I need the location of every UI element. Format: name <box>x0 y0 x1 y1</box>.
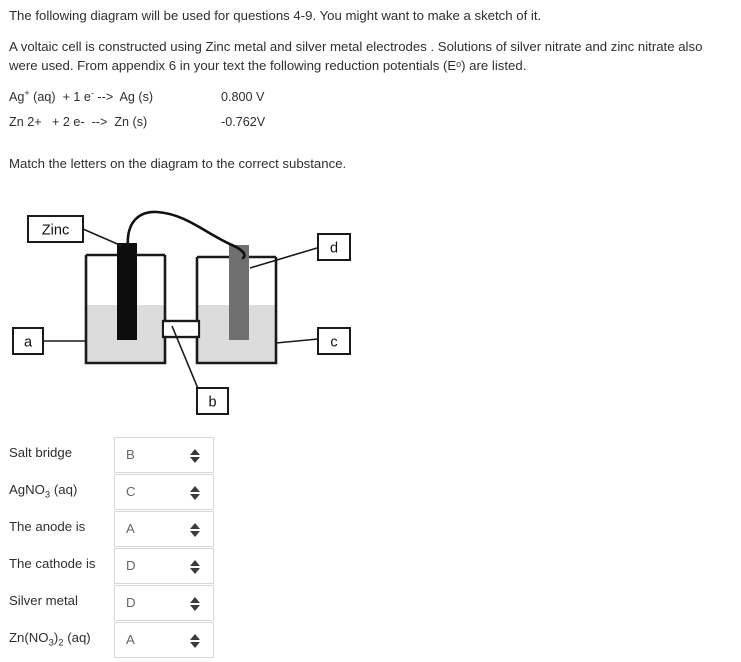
potential-zn: -0.762V <box>221 115 266 129</box>
match-label-anode: The anode is <box>9 519 86 534</box>
select-silver-metal-value: D <box>126 595 136 610</box>
potential-ag: 0.800 V <box>221 90 265 104</box>
zn-no3-count-subscript: 2 <box>58 637 64 649</box>
callout-d-label: d <box>330 241 338 257</box>
select-agno3[interactable]: C <box>114 474 214 510</box>
callout-a-label: a <box>24 335 33 351</box>
equation-zn: Zn 2+ + 2 e- --> Zn (s) <box>9 115 148 129</box>
chevron-updown-icon[interactable] <box>190 475 200 511</box>
equation-row: Zn 2+ + 2 e- --> Zn (s) -0.762V <box>9 110 341 135</box>
match-instruction: Match the letters on the diagram to the … <box>9 156 347 171</box>
chevron-updown-icon[interactable] <box>190 512 200 548</box>
select-salt-bridge-value: B <box>126 447 135 462</box>
select-zn-no3-2-value: A <box>126 632 135 647</box>
callout-b-label: b <box>208 395 216 411</box>
voltaic-cell-diagram: Zinc a b c d <box>0 195 420 430</box>
match-label-agno3: AgNO3 (aq) <box>9 482 78 501</box>
question-body: A voltaic cell is constructed using Zinc… <box>9 37 731 75</box>
callout-a: a <box>12 327 44 355</box>
equation-ag: Ag+ (aq) + 1 e- --> Ag (s) <box>9 87 154 104</box>
chevron-updown-icon[interactable] <box>190 438 200 474</box>
match-row-agno3: AgNO3 (aq) C <box>0 474 300 511</box>
select-salt-bridge[interactable]: B <box>114 437 214 473</box>
reduction-potentials-table: Ag+ (aq) + 1 e- --> Ag (s) 0.800 V Zn 2+… <box>9 85 341 135</box>
match-label-zn-no3-2: Zn(NO3)2 (aq) <box>9 630 91 649</box>
select-anode-value: A <box>126 521 135 536</box>
chevron-updown-icon[interactable] <box>190 586 200 622</box>
silver-electrode <box>229 245 249 340</box>
select-silver-metal[interactable]: D <box>114 585 214 621</box>
question-body-text: A voltaic cell is constructed using Zinc… <box>9 39 703 73</box>
callout-d: d <box>317 233 351 261</box>
zinc-electrode <box>117 243 137 340</box>
equation-row: Ag+ (aq) + 1 e- --> Ag (s) 0.800 V <box>9 85 341 110</box>
select-agno3-value: C <box>126 484 136 499</box>
callout-zinc: Zinc <box>27 215 84 243</box>
match-row-salt-bridge: Salt bridge B <box>0 437 300 474</box>
match-label-salt-bridge: Salt bridge <box>9 445 73 460</box>
select-cathode[interactable]: D <box>114 548 214 584</box>
callout-zinc-label: Zinc <box>42 223 69 239</box>
match-row-silver-metal: Silver metal D <box>0 585 300 622</box>
match-label-silver-metal: Silver metal <box>9 593 78 608</box>
chevron-updown-icon[interactable] <box>190 623 200 659</box>
match-list: Salt bridge B AgNO3 (aq) C The anode is … <box>0 437 300 659</box>
callout-b: b <box>196 387 229 415</box>
callout-c-label: c <box>330 335 337 351</box>
connecting-wire <box>126 210 246 260</box>
question-text-block: The following diagram will be used for q… <box>9 6 731 135</box>
salt-bridge-interior <box>164 322 198 336</box>
select-zn-no3-2[interactable]: A <box>114 622 214 658</box>
select-cathode-value: D <box>126 558 136 573</box>
callout-c: c <box>317 327 351 355</box>
match-row-zn-no3-2: Zn(NO3)2 (aq) A <box>0 622 300 659</box>
c-leader-line <box>275 338 319 344</box>
chevron-updown-icon[interactable] <box>190 549 200 585</box>
match-row-anode: The anode is A <box>0 511 300 548</box>
question-intro: The following diagram will be used for q… <box>9 8 542 23</box>
zinc-leader-line <box>82 228 123 247</box>
match-row-cathode: The cathode is D <box>0 548 300 585</box>
select-anode[interactable]: A <box>114 511 214 547</box>
match-label-cathode: The cathode is <box>9 556 96 571</box>
zn-no3-subscript: 3 <box>48 637 54 649</box>
